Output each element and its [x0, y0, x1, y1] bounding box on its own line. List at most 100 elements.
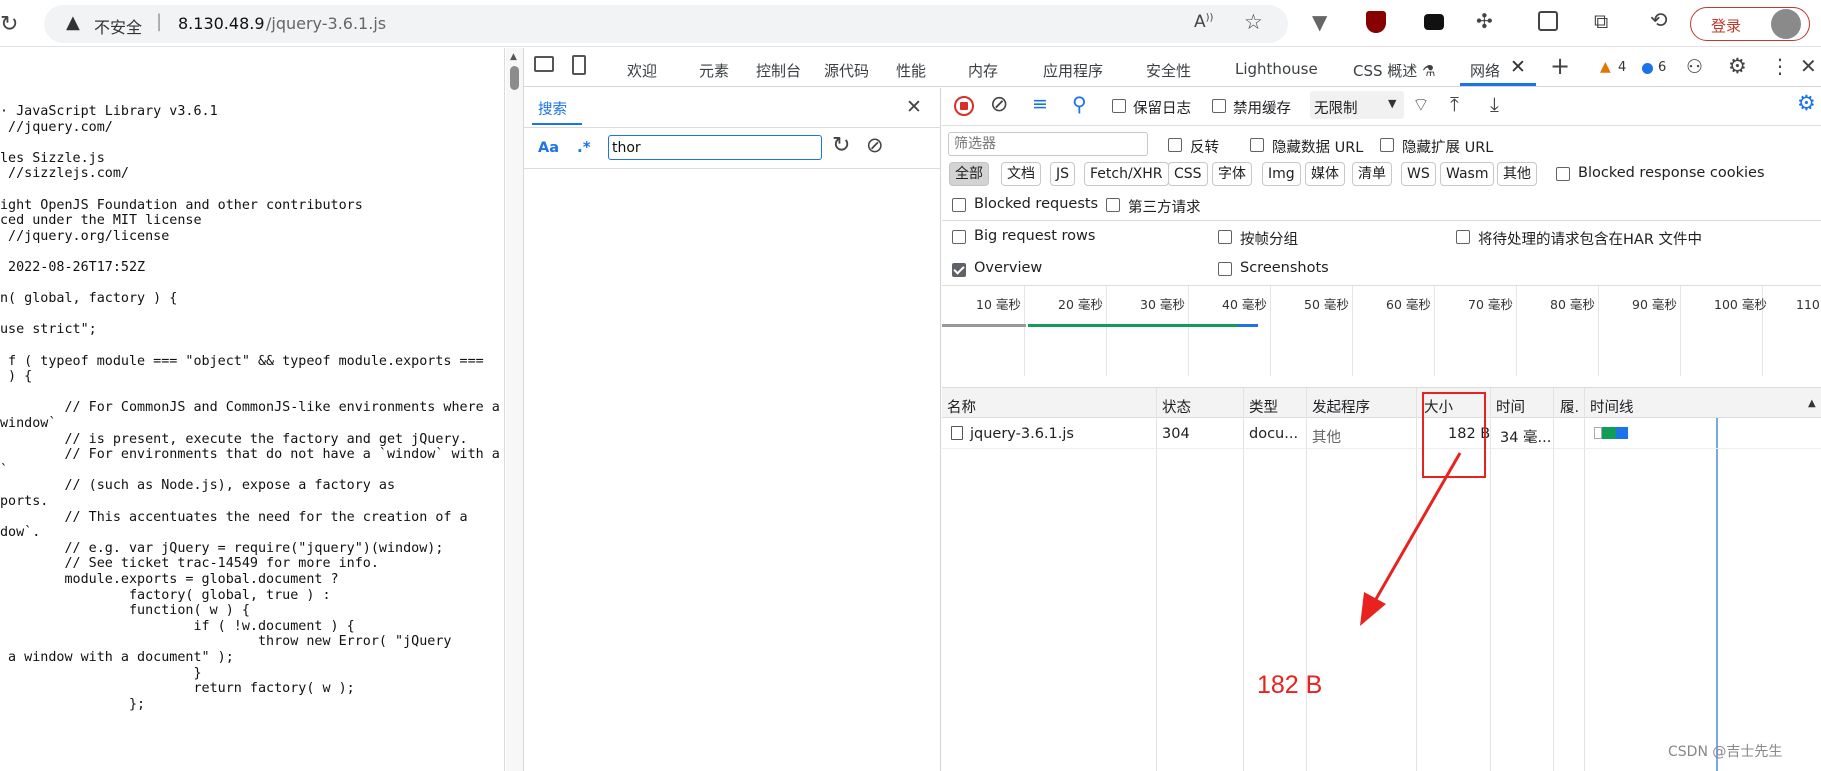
- sort-ascending-icon[interactable]: ▲: [1808, 398, 1816, 409]
- type-filter-ws[interactable]: WS: [1401, 162, 1436, 186]
- hide-data-urls-checkbox[interactable]: [1250, 138, 1264, 152]
- tab-security[interactable]: 安全性: [1146, 60, 1191, 81]
- type-filter-fetch-xhr[interactable]: Fetch/XHR: [1084, 162, 1169, 186]
- search-tab[interactable]: 搜索: [538, 98, 567, 119]
- type-filter-wasm[interactable]: Wasm: [1440, 162, 1495, 186]
- overview-label: Overview: [974, 260, 1043, 276]
- search-input[interactable]: [608, 135, 822, 160]
- close-network-tab-icon[interactable]: ✕: [1510, 56, 1526, 78]
- blocked-requests-label: Blocked requests: [974, 196, 1099, 212]
- network-settings-icon[interactable]: ⚙: [1797, 91, 1816, 115]
- customize-icon[interactable]: ⚇: [1686, 56, 1703, 78]
- tab-memory[interactable]: 内存: [968, 60, 998, 81]
- source-scrollbar[interactable]: ▲: [506, 48, 524, 771]
- invert-checkbox[interactable]: [1168, 138, 1182, 152]
- reload-icon[interactable]: ↻: [0, 12, 18, 37]
- har-pending-checkbox[interactable]: [1456, 230, 1470, 244]
- device-toolbar-icon[interactable]: [572, 55, 586, 75]
- column-name[interactable]: 名称: [947, 396, 976, 417]
- column-time[interactable]: 时间: [1496, 396, 1525, 417]
- source-line: };: [0, 696, 146, 712]
- refresh-search-icon[interactable]: ↻: [832, 133, 850, 158]
- tab-elements[interactable]: 元素: [699, 60, 729, 81]
- filter-input[interactable]: [948, 132, 1148, 156]
- column-waterfall[interactable]: 时间线: [1590, 396, 1634, 417]
- messages-count[interactable]: 6: [1658, 60, 1666, 75]
- tab-lighthouse[interactable]: Lighthouse: [1235, 60, 1318, 78]
- address-bar[interactable]: ▲ 不安全 | 8.130.48.9 /jquery-3.6.1.js A)) …: [44, 5, 1288, 43]
- scroll-up-arrow[interactable]: ▲: [510, 52, 517, 62]
- watermark: CSDN @吉士先生: [1668, 744, 1783, 760]
- preserve-log-checkbox[interactable]: [1112, 99, 1126, 113]
- row-name[interactable]: jquery-3.6.1.js: [970, 426, 1074, 442]
- security-label[interactable]: 不安全: [94, 14, 142, 38]
- split-screen-icon[interactable]: [1538, 11, 1558, 31]
- import-har-icon[interactable]: ⤒: [1450, 92, 1459, 116]
- type-filter-font[interactable]: 字体: [1212, 162, 1252, 186]
- hide-extension-urls-checkbox[interactable]: [1380, 138, 1394, 152]
- login-button[interactable]: 登录: [1690, 7, 1810, 41]
- timeline-tick-label: 90 毫秒: [1632, 297, 1677, 312]
- type-filter-other[interactable]: 其他: [1497, 162, 1537, 186]
- history-icon[interactable]: ⟲: [1650, 8, 1668, 32]
- group-by-frame-checkbox[interactable]: [1218, 230, 1232, 244]
- warning-icon[interactable]: ▲: [66, 12, 80, 33]
- tab-network[interactable]: 网络: [1470, 60, 1500, 81]
- export-har-icon[interactable]: ⤓: [1490, 92, 1499, 116]
- type-filter-media[interactable]: 媒体: [1305, 162, 1345, 186]
- overview-checkbox[interactable]: [952, 263, 966, 277]
- third-party-checkbox[interactable]: [1106, 198, 1120, 212]
- big-request-rows-checkbox[interactable]: [952, 230, 966, 244]
- extension-glasses-icon[interactable]: [1424, 14, 1444, 30]
- scroll-thumb[interactable]: [510, 66, 519, 90]
- network-conditions-icon[interactable]: ⌔: [1412, 93, 1430, 117]
- column-fulfilled[interactable]: 履.: [1560, 396, 1579, 417]
- search-icon[interactable]: ⚲: [1072, 92, 1087, 116]
- clear-log-icon[interactable]: ⊘: [990, 92, 1008, 117]
- blocked-requests-checkbox[interactable]: [952, 198, 966, 212]
- close-search-icon[interactable]: ✕: [906, 96, 922, 118]
- throttle-select[interactable]: 无限制 ▼: [1310, 91, 1404, 119]
- warnings-count[interactable]: 4: [1618, 60, 1626, 75]
- close-devtools-icon[interactable]: ✕: [1800, 54, 1817, 78]
- type-filter-img[interactable]: Img: [1262, 162, 1301, 186]
- collections-icon[interactable]: ⧉: [1594, 9, 1608, 33]
- blocked-response-cookies-checkbox[interactable]: [1556, 167, 1570, 181]
- ublock-icon[interactable]: [1366, 11, 1386, 33]
- tab-css-overview[interactable]: CSS 概述 ⚗: [1353, 60, 1436, 81]
- extensions-puzzle-icon[interactable]: ✣: [1476, 9, 1493, 33]
- type-filter-all[interactable]: 全部: [949, 162, 989, 186]
- regex-toggle[interactable]: .*: [577, 138, 591, 156]
- type-filter-manifest[interactable]: 清单: [1352, 162, 1392, 186]
- disable-cache-checkbox[interactable]: [1212, 99, 1226, 113]
- read-aloud-icon[interactable]: A)): [1194, 12, 1213, 32]
- tab-welcome[interactable]: 欢迎: [627, 60, 657, 81]
- filter-toggle-icon[interactable]: ≡: [1032, 93, 1048, 115]
- screenshots-checkbox[interactable]: [1218, 262, 1232, 276]
- source-line: use strict";: [0, 322, 97, 338]
- tab-sources[interactable]: 源代码: [824, 60, 869, 81]
- record-stop-icon[interactable]: [954, 96, 974, 116]
- avatar: [1771, 9, 1801, 39]
- more-options-icon[interactable]: ⋮: [1770, 54, 1790, 78]
- type-filter-css[interactable]: CSS: [1168, 162, 1208, 186]
- column-initiator[interactable]: 发起程序: [1312, 396, 1370, 417]
- favorite-star-icon[interactable]: ☆: [1244, 10, 1263, 34]
- tab-application[interactable]: 应用程序: [1043, 60, 1103, 81]
- network-panel: ⊘ ≡ ⚲ 保留日志 禁用缓存 无限制 ▼ ⌔ ⤒ ⤓ ⚙ 反转 隐藏数据 UR…: [942, 88, 1821, 771]
- big-request-rows-label: Big request rows: [974, 228, 1096, 244]
- inspect-element-icon[interactable]: [534, 56, 554, 72]
- settings-gear-icon[interactable]: ⚙: [1728, 54, 1747, 78]
- add-tab-icon[interactable]: +: [1550, 52, 1570, 80]
- tab-console[interactable]: 控制台: [756, 60, 801, 81]
- type-filter-js[interactable]: JS: [1050, 162, 1076, 186]
- warning-icon[interactable]: ▲: [1600, 59, 1611, 75]
- type-filter-doc[interactable]: 文档: [1001, 162, 1041, 186]
- match-case-toggle[interactable]: Aa: [538, 140, 559, 156]
- column-type[interactable]: 类型: [1249, 396, 1278, 417]
- column-status[interactable]: 状态: [1162, 396, 1191, 417]
- extension-v-icon[interactable]: ▼: [1312, 10, 1327, 34]
- tab-performance[interactable]: 性能: [896, 60, 926, 81]
- clear-search-icon[interactable]: ⊘: [866, 133, 884, 157]
- messages-icon[interactable]: [1642, 63, 1653, 74]
